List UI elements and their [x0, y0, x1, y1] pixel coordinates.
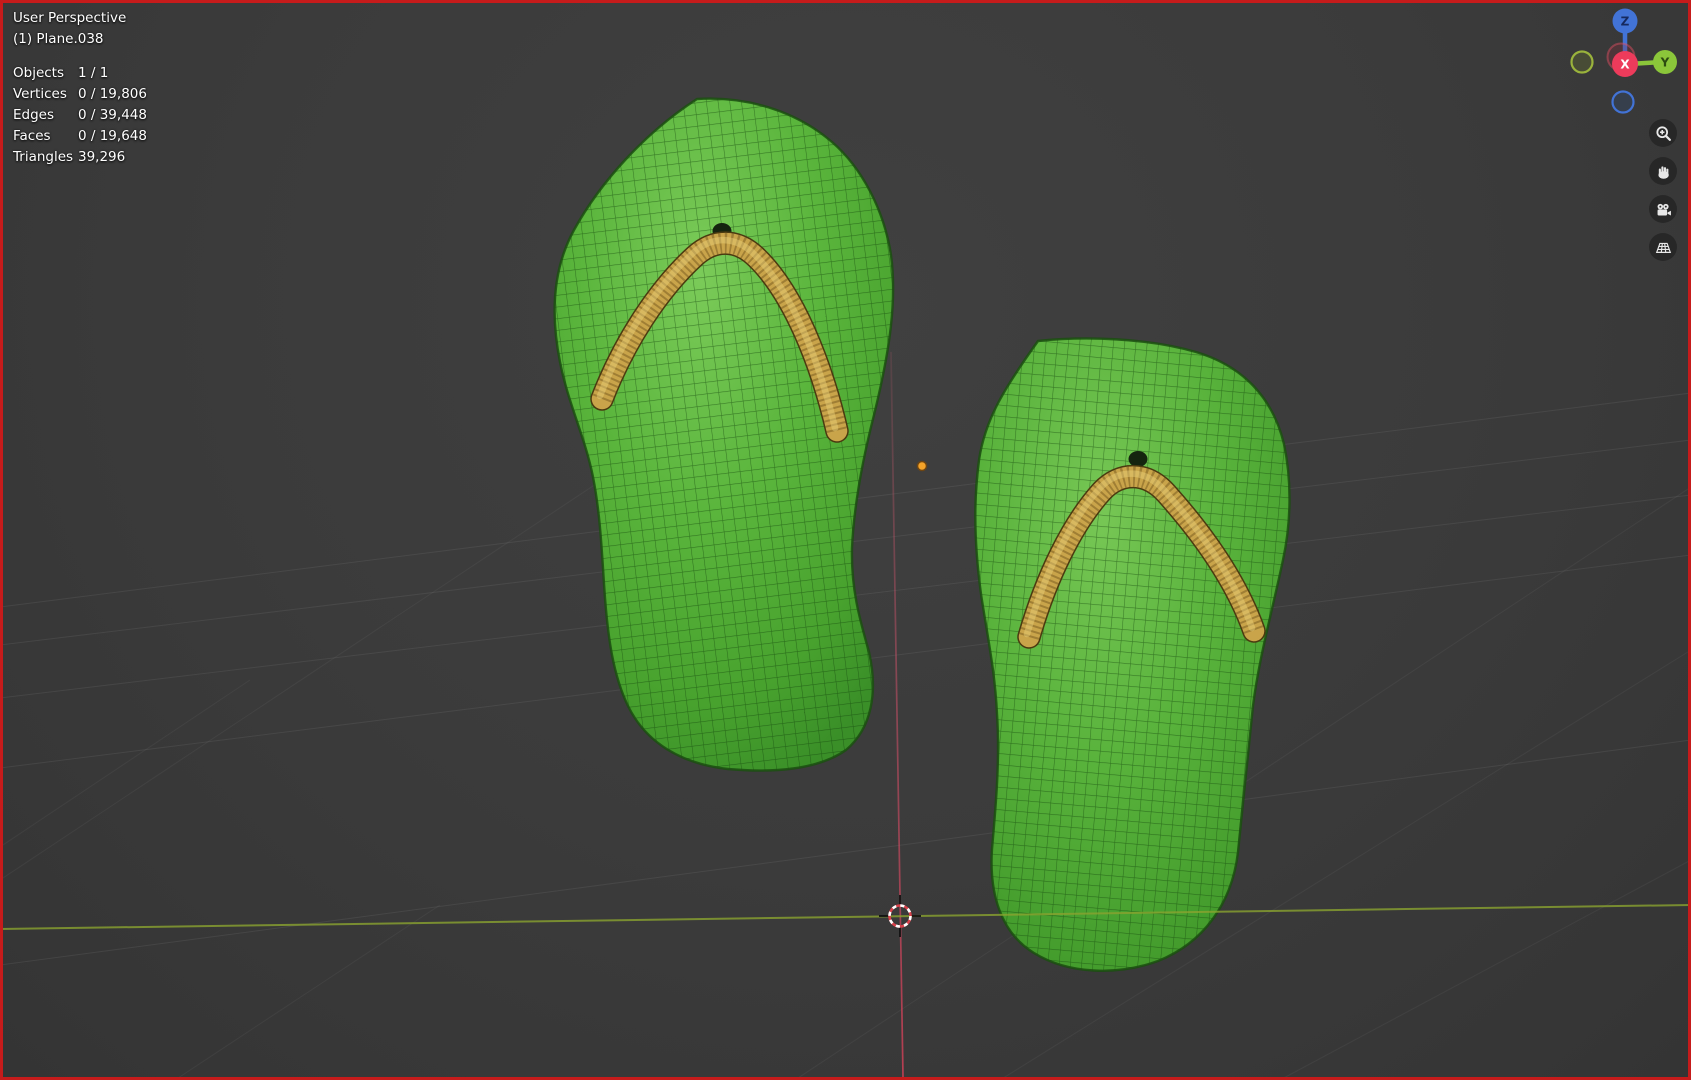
svg-text:X: X	[1620, 58, 1630, 72]
viewport-nav-buttons	[1649, 119, 1677, 261]
svg-text:Y: Y	[1660, 56, 1670, 70]
gizmo-axis-y[interactable]: Y	[1653, 50, 1677, 74]
stat-label: Faces	[13, 128, 51, 144]
stat-value: 0 / 19,648	[78, 128, 147, 144]
viewport-stats-overlay: User Perspective (1) Plane.038 Objects 1 …	[13, 8, 147, 168]
magnifier-plus-icon	[1655, 125, 1671, 141]
toggle-projection-button[interactable]	[1649, 233, 1677, 261]
gizmo-axis-z[interactable]: Z	[1612, 8, 1638, 34]
camera-icon	[1657, 203, 1671, 215]
gizmo-y-stem	[1636, 60, 1655, 66]
stat-row: Vertices 0 / 19,806	[13, 84, 147, 105]
hand-icon	[1657, 165, 1669, 179]
stat-label: Edges	[13, 107, 55, 123]
stat-value: 1 / 1	[78, 65, 109, 81]
stat-label: Vertices	[13, 86, 67, 102]
toe-post-right	[1128, 451, 1148, 467]
grid-icon	[1655, 242, 1671, 253]
stat-value: 0 / 19,806	[78, 86, 147, 102]
stat-label: Triangles	[13, 149, 74, 165]
flip-flop-left[interactable]	[553, 97, 895, 772]
object-origin-dot	[916, 460, 928, 472]
pan-button[interactable]	[1649, 157, 1677, 185]
gizmo-axis-x[interactable]: X	[1612, 51, 1638, 77]
axis-y-line	[0, 904, 1691, 930]
view-perspective-label: User Perspective	[13, 10, 127, 26]
sole-right-wireframe	[975, 338, 1290, 971]
axis-x-line	[890, 351, 904, 1078]
stat-row: Faces 0 / 19,648	[13, 126, 147, 147]
gizmo-axis-z-negative[interactable]	[1611, 90, 1635, 114]
stat-row: Edges 0 / 39,448	[13, 105, 147, 126]
3d-viewport[interactable]	[0, 0, 1691, 1080]
stat-row: Objects 1 / 1	[13, 63, 147, 84]
scene-statistics: Objects 1 / 1 Vertices 0 / 19,806 Edges 0 / 3…	[13, 63, 147, 168]
stat-value: 39,296	[78, 149, 126, 165]
stat-row: Triangles 39,296	[13, 147, 147, 168]
active-object-label: (1) Plane.038	[13, 31, 104, 47]
svg-text:Z: Z	[1621, 15, 1630, 29]
gizmo-axis-y-negative[interactable]	[1570, 50, 1594, 74]
flip-flop-right[interactable]	[974, 337, 1291, 972]
stat-value: 0 / 39,448	[78, 107, 147, 123]
navigation-gizmo[interactable]: Z Y X	[1555, 0, 1691, 120]
blender-window: User Perspective (1) Plane.038 Objects 1 …	[0, 0, 1691, 1080]
camera-view-button[interactable]	[1649, 195, 1677, 223]
stat-label: Objects	[13, 65, 65, 81]
zoom-button[interactable]	[1649, 119, 1677, 147]
